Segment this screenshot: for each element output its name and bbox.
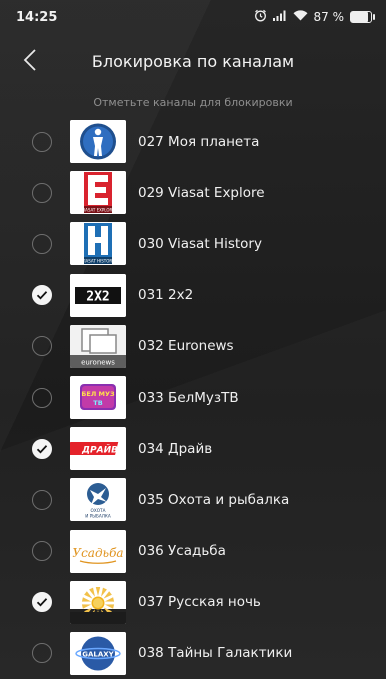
checkmark-icon <box>36 444 48 454</box>
svg-text:euronews: euronews <box>81 358 115 366</box>
svg-text:И РЫБАЛКА: И РЫБАЛКА <box>85 514 111 519</box>
channel-row[interactable]: GALAXY 038 Тайны Галактики <box>0 628 386 679</box>
chevron-left-icon <box>23 49 36 71</box>
svg-text:ОХОТА: ОХОТА <box>91 508 106 513</box>
channel-row[interactable]: VIASAT HISTORY 030 Viasat History <box>0 218 386 269</box>
viasat-explore-logo: VIASAT EXPLORE <box>70 171 126 215</box>
channel-name: 037 Русская ночь <box>138 594 261 611</box>
drive-logo: ДРАЙВ <box>70 427 126 471</box>
channel-name: 035 Охота и рыбалка <box>138 491 290 508</box>
channel-name: 030 Viasat History <box>138 235 262 252</box>
russkaya-noch-logo <box>70 580 126 624</box>
channel-checkbox[interactable] <box>32 131 52 152</box>
channel-checkbox[interactable] <box>32 182 52 203</box>
channel-name: 038 Тайны Галактики <box>138 645 293 662</box>
channel-row[interactable]: Усадьба 036 Усадьба <box>0 526 386 577</box>
wifi-icon <box>293 10 308 24</box>
channel-checkbox-checked[interactable] <box>32 592 52 613</box>
belmuztv-logo: БЕЛ МУЗ ТВ <box>70 376 126 420</box>
svg-text:VIASAT EXPLORE: VIASAT EXPLORE <box>81 208 115 213</box>
svg-text:ТВ: ТВ <box>93 399 102 407</box>
viasat-history-logo: VIASAT HISTORY <box>70 222 126 266</box>
channel-checkbox[interactable] <box>32 489 52 510</box>
page-title: Блокировка по каналам <box>91 51 295 71</box>
channel-list: 027 Моя планета VIASAT EXPLORE 029 Viasat … <box>0 116 386 679</box>
channel-name: 027 Моя планета <box>138 133 260 150</box>
channel-name: 036 Усадьба <box>138 543 226 560</box>
status-bar: 14:25 87 % <box>0 0 386 34</box>
svg-text:Усадьба: Усадьба <box>72 546 123 560</box>
status-time: 14:25 <box>16 9 58 25</box>
channel-checkbox[interactable] <box>32 336 52 357</box>
channel-row[interactable]: ОХОТА И РЫБАЛКА 035 Охота и рыбалка <box>0 474 386 525</box>
app-bar: Блокировка по каналам <box>0 34 386 88</box>
channel-row[interactable]: euronews 032 Euronews <box>0 321 386 372</box>
tayny-galaktiki-logo: GALAXY <box>70 631 126 675</box>
2x2-logo: 2X2 <box>70 273 126 317</box>
channel-row[interactable]: 027 Моя планета <box>0 116 386 167</box>
svg-text:GALAXY: GALAXY <box>82 650 114 658</box>
battery-icon <box>350 11 375 23</box>
channel-checkbox[interactable] <box>32 233 52 254</box>
channel-checkbox[interactable] <box>32 541 52 562</box>
channel-checkbox-checked[interactable] <box>32 438 52 459</box>
back-button[interactable] <box>16 46 44 74</box>
okhota-rybalka-logo: ОХОТА И РЫБАЛКА <box>70 478 126 522</box>
channel-row[interactable]: ДРАЙВ 034 Драйв <box>0 423 386 474</box>
channel-checkbox[interactable] <box>32 387 52 408</box>
channel-row[interactable]: БЕЛ МУЗ ТВ 033 БелМузТВ <box>0 372 386 423</box>
battery-percent: 87 % <box>313 10 345 24</box>
svg-text:БЕЛ МУЗ: БЕЛ МУЗ <box>81 390 115 398</box>
channel-name: 031 2x2 <box>138 287 194 304</box>
alarm-icon <box>254 9 267 25</box>
signal-icon <box>272 10 287 24</box>
usadba-logo: Усадьба <box>70 529 126 573</box>
channel-row[interactable]: 037 Русская ночь <box>0 577 386 628</box>
svg-text:VIASAT HISTORY: VIASAT HISTORY <box>82 259 115 264</box>
channel-checkbox-checked[interactable] <box>32 285 52 306</box>
channel-row[interactable]: VIASAT EXPLORE 029 Viasat Explore <box>0 167 386 218</box>
channel-name: 034 Драйв <box>138 440 213 457</box>
checkmark-icon <box>36 291 48 300</box>
euronews-logo: euronews <box>70 324 126 368</box>
channel-name: 033 БелМузТВ <box>138 389 239 406</box>
channel-checkbox[interactable] <box>32 643 52 664</box>
instruction-text: Отметьте каналы для блокировки <box>93 96 293 109</box>
channel-name: 032 Euronews <box>138 338 234 355</box>
svg-text:2X2: 2X2 <box>86 289 109 304</box>
channel-name: 029 Viasat Explore <box>138 184 265 201</box>
status-icons: 87 % <box>254 9 375 25</box>
checkmark-icon <box>36 598 48 607</box>
channel-row[interactable]: 2X2 031 2x2 <box>0 270 386 321</box>
svg-text:ДРАЙВ: ДРАЙВ <box>81 444 118 456</box>
moya-planeta-logo <box>70 120 126 164</box>
